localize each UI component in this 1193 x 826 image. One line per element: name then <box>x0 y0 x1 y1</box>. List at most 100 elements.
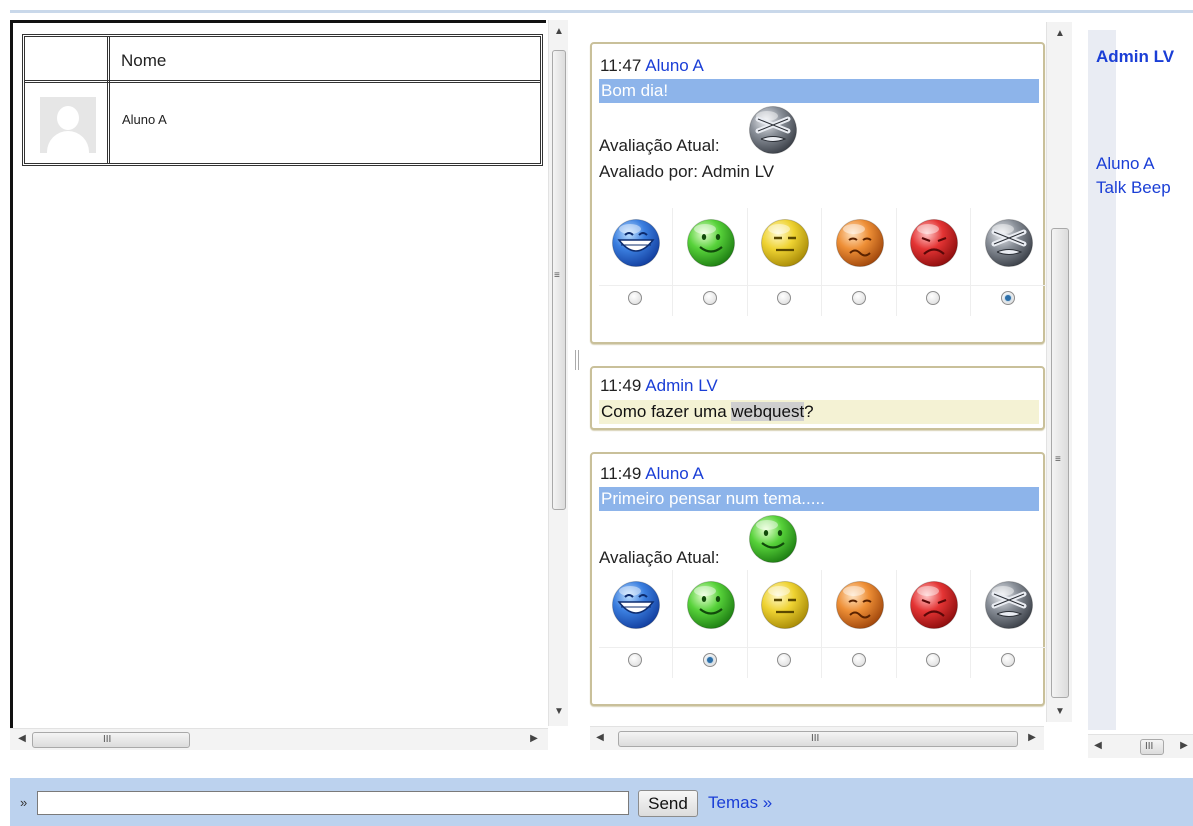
chat-message: 11:47 Aluno A Bom dia! Avaliação Atual: A… <box>590 42 1047 344</box>
scroll-thumb[interactable]: III <box>1140 739 1164 755</box>
frown-red-face-icon[interactable] <box>909 580 959 635</box>
message-text-part: Como fazer uma <box>601 402 732 421</box>
message-text: Como fazer uma webquest? <box>599 400 1039 424</box>
message-text: Primeiro pensar num tema..... <box>599 487 1039 511</box>
rating-option[interactable] <box>897 570 971 678</box>
user-avatar-icon <box>40 97 96 153</box>
table-header-row <box>25 37 540 83</box>
message-time: 11:47 <box>600 56 642 75</box>
rating-radio[interactable] <box>851 291 866 305</box>
message-time: 11:49 <box>600 376 642 395</box>
rating-option[interactable] <box>674 208 748 316</box>
scroll-thumb[interactable]: III <box>32 732 190 748</box>
sad-orange-face-icon[interactable] <box>835 580 885 635</box>
smile-green-face-icon <box>748 514 798 569</box>
scroll-down-arrow-icon[interactable]: ▼ <box>1052 704 1068 720</box>
rating-radio[interactable] <box>702 653 717 667</box>
rating-radio[interactable] <box>777 291 791 305</box>
scroll-left-arrow-icon[interactable]: ◀ <box>592 730 608 746</box>
rating-option[interactable] <box>748 570 822 678</box>
chat-message: 11:49 Aluno A Primeiro pensar num tema...… <box>590 452 1047 706</box>
talk-beep-link[interactable]: Talk Beep <box>1096 176 1191 200</box>
angry-gray-face-icon[interactable] <box>984 580 1034 635</box>
user-name-cell[interactable]: Aluno A <box>122 112 167 127</box>
highlighted-word: webquest <box>731 402 805 421</box>
prompt-symbol: » <box>20 795 28 810</box>
current-rating-label: Avaliação Atual: <box>599 548 720 567</box>
scroll-thumb[interactable]: ≡ <box>552 50 566 510</box>
scroll-up-arrow-icon[interactable]: ▲ <box>1052 26 1068 42</box>
scroll-right-arrow-icon[interactable]: ▶ <box>1176 738 1192 754</box>
frown-red-face-icon[interactable] <box>909 218 959 273</box>
message-header: 11:49 Aluno A <box>600 464 704 484</box>
rating-option[interactable] <box>972 570 1046 678</box>
rating-option[interactable] <box>748 208 822 316</box>
name-column-header: Nome <box>121 51 167 70</box>
rating-radio[interactable] <box>1000 653 1015 667</box>
chat-panel: 11:47 Aluno A Bom dia! Avaliação Atual: A… <box>582 22 1072 758</box>
rating-radio[interactable] <box>1000 291 1015 305</box>
column-divider <box>107 37 110 163</box>
rating-option[interactable] <box>599 208 673 316</box>
message-time: 11:49 <box>600 464 642 483</box>
message-author[interactable]: Aluno A <box>645 464 704 483</box>
grin-blue-face-icon[interactable] <box>611 218 661 273</box>
message-text-part: ? <box>804 402 814 421</box>
message-input[interactable] <box>37 791 629 815</box>
send-button[interactable]: Send <box>638 790 698 817</box>
topics-link[interactable]: Temas » <box>708 793 772 813</box>
user-list-vertical-scrollbar[interactable]: ▲ ≡ ▼ <box>548 20 568 726</box>
scroll-thumb[interactable]: ≡ <box>1051 228 1069 698</box>
chat-vertical-scrollbar[interactable]: ▲ ≡ ▼ <box>1046 22 1072 722</box>
online-users-strip <box>1088 30 1116 730</box>
chat-horizontal-scrollbar[interactable]: ◀ III ▶ <box>590 726 1044 750</box>
neutral-yellow-face-icon[interactable] <box>760 218 810 273</box>
rating-option[interactable] <box>674 570 748 678</box>
message-author[interactable]: Aluno A <box>645 56 704 75</box>
rating-radio[interactable] <box>628 653 642 667</box>
rating-option[interactable] <box>823 570 897 678</box>
rating-radio[interactable] <box>926 291 940 305</box>
scroll-up-arrow-icon[interactable]: ▲ <box>551 24 567 40</box>
user-table: Nome Aluno A <box>22 34 543 166</box>
scroll-down-arrow-icon[interactable]: ▼ <box>551 704 567 720</box>
scroll-right-arrow-icon[interactable]: ▶ <box>526 731 542 747</box>
rating-option[interactable] <box>972 208 1046 316</box>
rating-option[interactable] <box>599 570 673 678</box>
online-user-name[interactable]: Aluno A <box>1096 152 1191 176</box>
panel-splitter[interactable] <box>575 350 579 370</box>
rating-radio[interactable] <box>777 653 791 667</box>
scroll-left-arrow-icon[interactable]: ◀ <box>14 731 30 747</box>
message-header: 11:49 Admin LV <box>600 376 718 396</box>
user-list-horizontal-scrollbar[interactable]: ◀ III ▶ <box>10 728 548 750</box>
smile-green-face-icon[interactable] <box>686 218 736 273</box>
online-users-panel: Admin LV Aluno A Talk Beep ◀ III ▶ <box>1080 22 1193 758</box>
angry-gray-face-icon[interactable] <box>984 218 1034 273</box>
message-input-bar: » Send Temas » <box>10 778 1193 826</box>
current-rating-label: Avaliação Atual: <box>599 136 720 155</box>
users-horizontal-scrollbar[interactable]: ◀ III ▶ <box>1088 734 1193 758</box>
message-text: Bom dia! <box>599 79 1039 103</box>
rated-by-text: Avaliado por: Admin LV <box>599 162 775 181</box>
scroll-right-arrow-icon[interactable]: ▶ <box>1024 730 1040 746</box>
message-header: 11:47 Aluno A <box>600 56 704 76</box>
rating-option[interactable] <box>897 208 971 316</box>
online-user-item[interactable]: Aluno A Talk Beep <box>1096 152 1191 200</box>
rating-options <box>599 570 1047 678</box>
current-user-name[interactable]: Admin LV <box>1096 46 1186 68</box>
rating-radio[interactable] <box>702 291 717 305</box>
rating-radio[interactable] <box>926 653 940 667</box>
rating-options <box>599 208 1047 316</box>
grin-blue-face-icon[interactable] <box>611 580 661 635</box>
scroll-thumb[interactable]: III <box>618 731 1018 747</box>
message-author[interactable]: Admin LV <box>645 376 717 395</box>
rating-radio[interactable] <box>851 653 866 667</box>
top-border <box>10 10 1193 13</box>
smile-green-face-icon[interactable] <box>686 580 736 635</box>
scroll-left-arrow-icon[interactable]: ◀ <box>1090 738 1106 754</box>
sad-orange-face-icon[interactable] <box>835 218 885 273</box>
angry-gray-face-icon <box>748 105 798 160</box>
rating-option[interactable] <box>823 208 897 316</box>
neutral-yellow-face-icon[interactable] <box>760 580 810 635</box>
rating-radio[interactable] <box>628 291 642 305</box>
